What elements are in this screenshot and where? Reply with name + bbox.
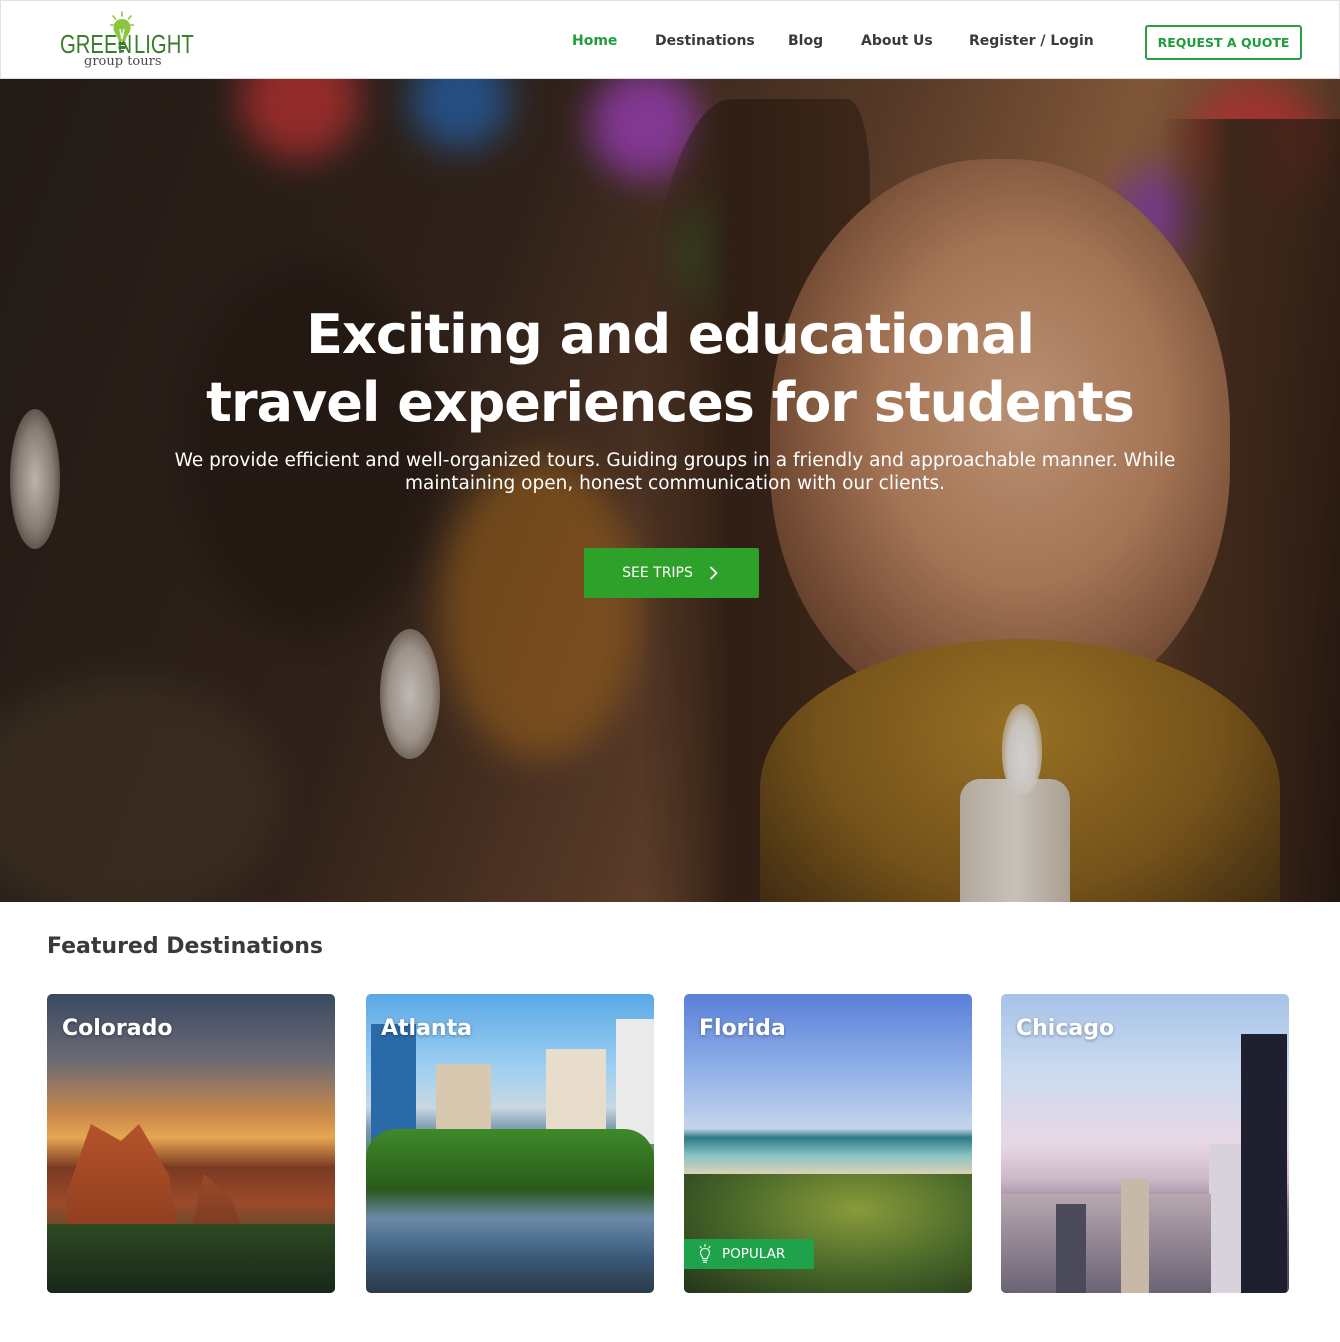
palm-trees [684,1174,972,1293]
building [1209,1144,1241,1293]
destination-name: Florida [699,1016,786,1041]
lightbulb-logo-icon [110,11,134,53]
popular-badge: POPULAR [684,1239,814,1269]
nav-home[interactable]: Home [572,33,617,49]
hero-title-line-1: Exciting and educational [306,303,1035,366]
popular-label: POPULAR [722,1246,786,1262]
skyscraper [371,1024,416,1144]
hero-title-line-2: travel experiences for students [206,371,1135,434]
site-header: GREEN LIGHT group tours Home Destination… [0,0,1340,79]
pine-trees [47,1224,335,1293]
building [1056,1204,1086,1293]
tree-line [366,1129,654,1189]
skyscraper [1241,1034,1287,1293]
destination-card-florida[interactable]: Florida POPULAR [684,994,972,1293]
skyscraper [616,1019,654,1144]
hero-subtitle: We provide efficient and well-organized … [174,450,1176,494]
logo-subtitle: group tours [84,54,162,69]
request-quote-button[interactable]: REQUEST A QUOTE [1145,25,1302,60]
logo[interactable]: GREEN LIGHT group tours [59,9,194,71]
nav-register-login[interactable]: Register / Login [969,33,1094,49]
see-trips-label: SEE TRIPS [622,565,693,581]
nav-about-us[interactable]: About Us [861,33,933,49]
destination-card-atlanta[interactable]: Atlanta [366,994,654,1293]
lightbulb-icon [699,1244,711,1263]
destination-name: Chicago [1016,1016,1115,1041]
chevron-right-icon [709,566,718,580]
destination-name: Colorado [62,1016,173,1041]
hero-title: Exciting and educational travel experien… [0,301,1340,437]
nav-blog[interactable]: Blog [788,33,823,49]
hero-banner: Exciting and educational travel experien… [0,79,1340,902]
destination-card-chicago[interactable]: Chicago [1001,994,1289,1293]
destination-name: Atlanta [381,1016,472,1041]
skyline [1001,1194,1211,1293]
destination-card-colorado[interactable]: Colorado [47,994,335,1293]
building [1121,1179,1149,1293]
nav-destinations[interactable]: Destinations [655,33,755,49]
featured-destinations-title: Featured Destinations [47,934,324,959]
see-trips-button[interactable]: SEE TRIPS [584,548,759,598]
